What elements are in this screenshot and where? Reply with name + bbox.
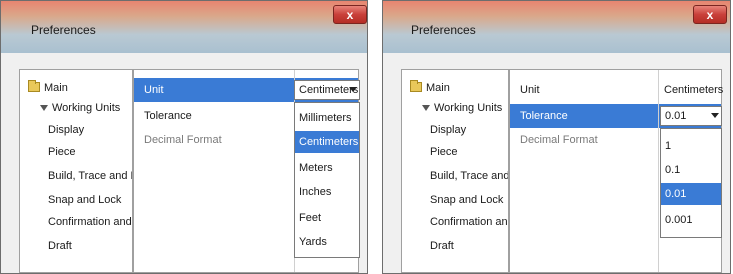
option-1[interactable]: 1 [661,135,721,157]
tree-item-label: Display [48,124,85,136]
unit-dropdown-list: Millimeters Centimeters Meters Inches Fe… [294,102,360,258]
close-button[interactable]: x [333,5,367,24]
tolerance-combo[interactable]: 0.01 [660,106,722,126]
option-0-01[interactable]: 0.01 [661,183,721,205]
tree-item-build-trace[interactable]: Build, Trace and M [48,170,133,182]
option-0-001[interactable]: 0.001 [661,209,721,231]
option-label: Inches [299,186,332,198]
property-label: Tolerance [520,110,568,122]
option-yards[interactable]: Yards [295,231,359,253]
folder-icon [410,80,422,92]
tree-item-confirmation[interactable]: Confirmation and A [430,216,508,228]
dialog-client-area: Main Working Units Display Piece Build, … [391,53,723,273]
window-title: Preferences [411,23,476,37]
preferences-tree: Main Working Units Display Piece Build, … [401,69,509,273]
unit-value-text: Centimeters [664,84,724,96]
tree-item-snap-lock[interactable]: Snap and Lock [430,194,503,206]
option-label: Millimeters [299,112,352,124]
chevron-down-icon[interactable] [349,87,357,92]
expand-triangle-icon [40,105,48,111]
tree-item-display[interactable]: Display [430,124,466,136]
tree-item-label: Snap and Lock [48,194,122,206]
tree-item-draft[interactable]: Draft [430,240,454,252]
tree-item-working-units[interactable]: Working Units [28,102,120,114]
option-millimeters[interactable]: Millimeters [295,107,359,129]
tree-item-label: Snap and Lock [430,194,504,206]
combo-value: 0.01 [665,110,687,122]
tolerance-dropdown-list: 1 0.1 0.01 0.001 [660,128,722,238]
title-bar[interactable]: Preferences x [383,1,730,53]
expand-triangle-icon [422,105,430,111]
unit-combo[interactable]: Centimeters [294,80,360,100]
unit-value[interactable]: Centimeters [658,78,723,102]
property-label: Unit [144,84,164,96]
tree-item-label: Build, Trace and M [430,170,509,182]
tree-item-label: Build, Trace and M [48,170,133,182]
property-label: Decimal Format [520,134,598,146]
option-label: Yards [299,236,327,248]
option-label: Meters [299,162,333,174]
option-label: Feet [299,212,322,224]
chevron-down-icon[interactable] [711,113,719,118]
preferences-window-tolerance: Preferences x Main Working Units Display… [382,0,731,274]
tree-item-label: Piece [430,146,458,158]
preferences-tree: Main Working Units Display Piece Build, … [19,69,133,273]
property-label: Unit [520,84,540,96]
option-label: 0.1 [665,164,681,176]
property-label: Tolerance [144,110,192,122]
tree-item-main[interactable]: Main [24,80,68,94]
tree-item-piece[interactable]: Piece [430,146,458,158]
option-inches[interactable]: Inches [295,181,359,203]
tree-item-display[interactable]: Display [48,124,84,136]
tree-item-main[interactable]: Main [406,80,450,94]
preferences-window-unit: Preferences x Main Working Units Display… [0,0,368,274]
tree-item-label: Confirmation and A [430,216,508,228]
tree-item-snap-lock[interactable]: Snap and Lock [48,194,121,206]
dialog-client-area: Main Working Units Display Piece Build, … [9,53,360,273]
option-label: 1 [665,140,672,152]
tree-item-working-units[interactable]: Working Units [410,102,502,114]
tree-item-confirmation[interactable]: Confirmation and A [48,216,133,228]
option-centimeters[interactable]: Centimeters [295,131,359,153]
folder-icon [28,80,40,92]
property-grid: Unit Tolerance Decimal Format Centimeter… [133,69,360,273]
close-button[interactable]: x [693,5,727,24]
option-label: Centimeters [299,136,359,148]
title-bar[interactable]: Preferences x [1,1,367,53]
option-meters[interactable]: Meters [295,157,359,179]
tree-item-draft[interactable]: Draft [48,240,72,252]
tree-item-label: Draft [430,240,454,252]
tree-item-label: Draft [48,240,72,252]
tree-item-label: Display [430,124,467,136]
property-grid: Unit Tolerance Decimal Format Centimeter… [509,69,723,273]
tree-item-build-trace[interactable]: Build, Trace and M [430,170,509,182]
option-0-1[interactable]: 0.1 [661,159,721,181]
tree-item-piece[interactable]: Piece [48,146,76,158]
property-label: Decimal Format [144,134,222,146]
tree-item-label: Confirmation and A [48,216,133,228]
close-icon: x [346,7,354,22]
window-title: Preferences [31,23,96,37]
option-label: 0.001 [665,214,693,226]
separator-gap [368,0,382,274]
tree-item-label: Piece [48,146,76,158]
option-label: 0.01 [665,188,687,200]
option-feet[interactable]: Feet [295,207,359,229]
close-icon: x [706,7,714,22]
